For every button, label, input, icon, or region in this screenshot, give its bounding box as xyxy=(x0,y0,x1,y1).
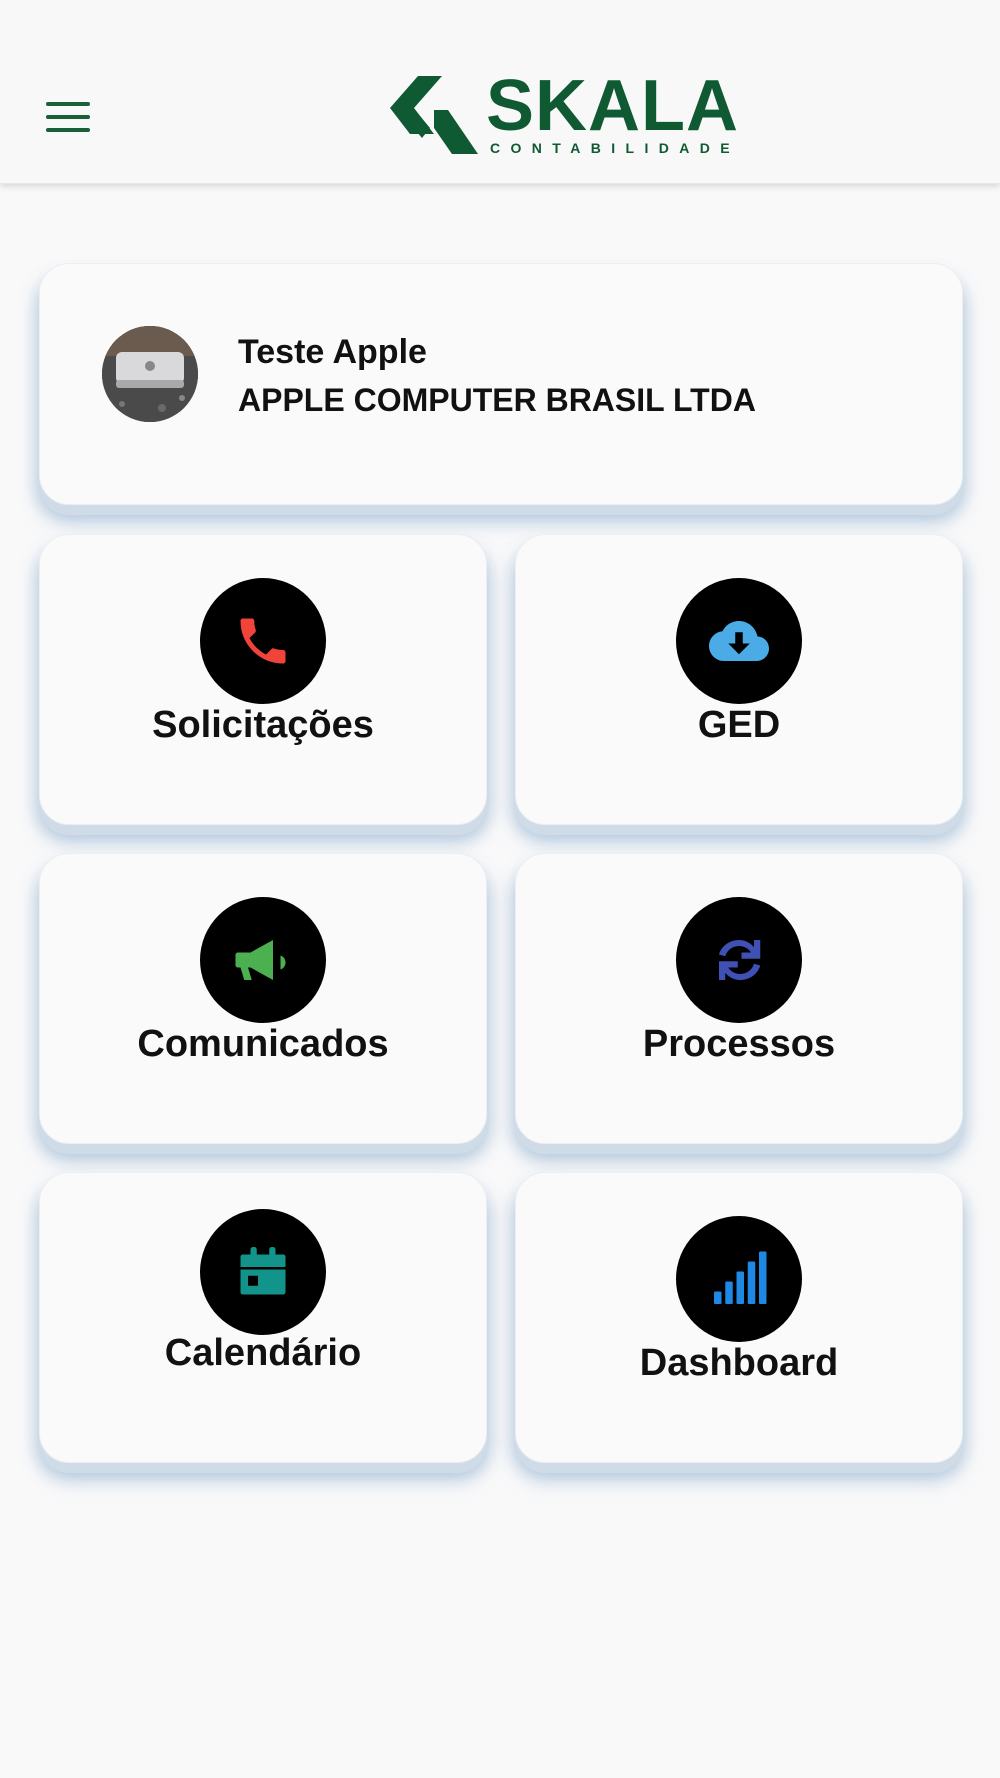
tile-dashboard[interactable]: Dashboard xyxy=(515,1172,963,1463)
tile-comunicados[interactable]: Comunicados xyxy=(39,853,487,1144)
skala-logo: SKALA CONTABILIDADE xyxy=(390,70,750,158)
phone-icon xyxy=(240,618,286,664)
signal-bars-icon xyxy=(714,1251,767,1304)
sync-icon xyxy=(719,940,761,980)
app-header: SKALA CONTABILIDADE xyxy=(0,0,1000,184)
mac-mini-photo xyxy=(102,326,198,422)
solicitacoes-icon-circle xyxy=(200,578,326,704)
tile-label: Solicitações xyxy=(152,704,374,746)
avatar xyxy=(102,326,198,422)
megaphone-icon xyxy=(235,940,286,980)
cloud-download-icon xyxy=(709,621,769,661)
tile-solicitacoes[interactable]: Solicitações xyxy=(39,534,487,825)
tile-calendario[interactable]: Calendário xyxy=(39,1172,487,1463)
menu-line xyxy=(46,102,90,106)
logo-title: SKALA xyxy=(486,66,739,146)
profile-company: APPLE COMPUTER BRASIL LTDA xyxy=(238,382,756,418)
tile-label: GED xyxy=(697,704,781,746)
comunicados-icon-circle xyxy=(200,897,326,1023)
calendario-icon-circle xyxy=(200,1209,326,1335)
tile-label: Calendário xyxy=(164,1332,362,1374)
skala-logo-mark-icon xyxy=(390,76,478,154)
profile-name: Teste Apple xyxy=(238,333,427,371)
dashboard-icon-circle xyxy=(676,1216,802,1342)
processos-icon-circle xyxy=(676,897,802,1023)
calendar-icon xyxy=(240,1247,286,1295)
tile-processos[interactable]: Processos xyxy=(515,853,963,1144)
menu-line xyxy=(46,128,90,132)
menu-line xyxy=(46,115,90,119)
tile-label: Dashboard xyxy=(639,1342,839,1384)
ged-icon-circle xyxy=(676,578,802,704)
tile-label: Comunicados xyxy=(137,1023,389,1065)
tile-ged[interactable]: GED xyxy=(515,534,963,825)
profile-card[interactable]: Teste Apple APPLE COMPUTER BRASIL LTDA xyxy=(39,263,963,505)
hamburger-menu-icon[interactable] xyxy=(36,90,100,144)
tile-label: Processos xyxy=(642,1023,836,1065)
logo-subtitle: CONTABILIDADE xyxy=(490,140,741,156)
